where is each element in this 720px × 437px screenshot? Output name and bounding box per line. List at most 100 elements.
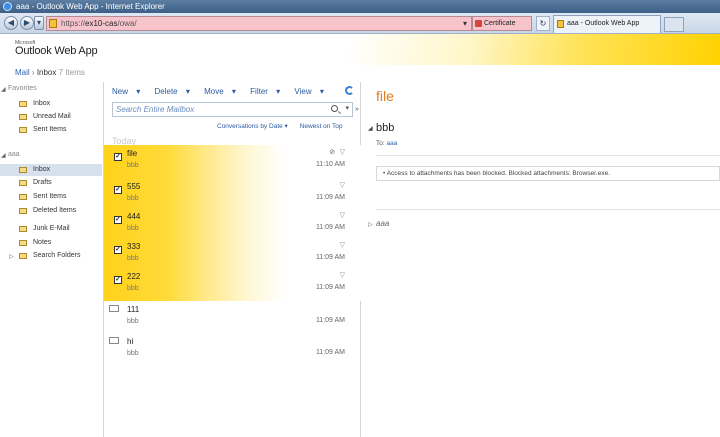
page-icon [49,19,57,28]
reading-pane: file ◢ bbb To: aaa • Access to attachmen… [362,82,720,437]
address-field[interactable]: https://ex10-cas/owa/ ▾ [46,16,472,31]
collapse-mailbox-icon[interactable]: ◢ [1,152,6,159]
message-row[interactable]: ✓ 222 bbb ▽ 11:09 AM [104,268,361,301]
move-button[interactable]: Move ▾ [204,87,242,96]
message-checkbox[interactable]: ✓ [114,216,122,224]
envelope-icon [109,305,119,312]
folder-item-sent-items[interactable]: Sent Items [8,191,102,203]
message-row[interactable]: ✓ 555 bbb ▽ 11:09 AM [104,178,361,211]
message-row[interactable]: ✓ file bbb ⊘ ▽ 11:10 AM [104,145,361,178]
filter-button[interactable]: Filter ▾ [250,87,286,96]
folder-item-deleted-items[interactable]: Deleted Items [8,205,102,217]
mailbox-header[interactable]: aaa [8,151,20,158]
new-tab-button[interactable] [664,17,684,32]
certificate-error-button[interactable]: Certificate error [472,16,532,40]
thread-item[interactable]: aaa [376,219,389,228]
flag-icon[interactable]: ▽ [340,211,345,219]
folder-item-search-folders[interactable]: Search Folders [8,250,102,262]
message-subject: 333 [127,242,141,251]
sent-items-icon [19,127,27,133]
breadcrumb: Mail › Inbox 7 Items [15,68,85,77]
message-subject: 444 [127,212,141,221]
delete-button[interactable]: Delete ▾ [155,87,196,96]
message-time: 11:09 AM [315,317,345,324]
message-checkbox[interactable]: ✓ [114,276,122,284]
internet-explorer-icon [3,2,12,11]
history-dropdown[interactable]: ▾ [34,16,44,30]
view-button[interactable]: View ▾ [294,87,329,96]
folder-navigation: ◢ Favorites Inbox Unread Mail Sent Items… [0,82,102,437]
message-checkbox[interactable]: ✓ [114,186,122,194]
folder-item-drafts[interactable]: Drafts [8,177,102,189]
drafts-icon [19,180,27,186]
reading-sender[interactable]: bbb [376,122,394,134]
folder-item-junk-email[interactable]: Junk E-Mail [8,223,102,235]
fav-item-sent-items[interactable]: Sent Items [8,124,102,136]
breadcrumb-separator: › [31,68,35,77]
message-subject: 111 [127,305,140,314]
forward-button[interactable]: ▶ [20,16,34,30]
search-dropdown-icon[interactable]: ▾ [463,19,467,28]
search-box: ▾ [112,102,353,117]
sort-conversations-by-date[interactable]: Conversations by Date ▾ [217,123,288,130]
refresh-icon[interactable] [345,86,354,95]
refresh-page-button[interactable]: ↻ [536,16,550,31]
sort-bar: Conversations by Date ▾ Newest on Top [217,122,353,130]
back-button[interactable]: ◀ [4,16,18,30]
notes-icon [19,240,27,246]
message-row[interactable]: ✓ 444 bbb ▽ 11:09 AM [104,208,361,241]
reading-recipients: To: aaa [376,140,397,147]
search-scope-dropdown-icon[interactable]: ▾ [345,104,349,112]
expand-thread-icon[interactable]: ▷ [368,221,373,228]
collapse-favorites-icon[interactable]: ◢ [1,86,6,93]
collapse-message-icon[interactable]: ◢ [368,125,373,132]
app-logo: Outlook Web App [15,45,98,57]
message-row[interactable]: ✓ 333 bbb ▽ 11:09 AM [104,238,361,271]
message-time: 11:09 AM [315,284,345,291]
sort-order-newest-on-top[interactable]: Newest on Top [300,123,343,130]
message-sender: bbb [127,162,139,169]
fav-item-inbox[interactable]: Inbox [8,98,102,110]
message-sender: bbb [127,255,139,262]
folder-item-inbox[interactable]: Inbox [0,164,102,176]
new-button[interactable]: New ▾ [112,87,146,96]
browser-tab[interactable]: aaa - Outlook Web App [553,15,661,33]
message-sender: bbb [127,195,139,202]
blocked-attachment-infobar: • Access to attachments has been blocked… [376,166,720,181]
favorites-header[interactable]: Favorites [8,85,37,92]
breadcrumb-mail-link[interactable]: Mail [15,68,30,77]
flag-icon[interactable]: ▽ [340,181,345,189]
flag-icon[interactable]: ▽ [340,148,345,156]
inbox-icon [19,101,27,107]
sent-items-icon [19,194,27,200]
message-time: 11:09 AM [315,254,345,261]
message-subject: 222 [127,272,141,281]
folder-item-notes[interactable]: Notes [8,237,102,249]
message-sender: bbb [127,285,139,292]
search-icon[interactable] [331,105,338,112]
expand-search-icon[interactable]: » [355,106,359,113]
divider [376,155,720,156]
owa-header: Microsoft Outlook Web App [0,34,720,65]
url-text: https://ex10-cas/owa/ [61,19,137,28]
message-sender: bbb [127,318,139,325]
to-label: To: [376,140,385,147]
search-input[interactable] [113,103,313,116]
message-row[interactable]: hi bbb 11:09 AM [104,333,361,366]
flag-icon[interactable]: ▽ [340,241,345,249]
fav-item-unread-mail[interactable]: Unread Mail [8,111,102,123]
message-time: 11:09 AM [315,349,345,356]
message-checkbox[interactable]: ✓ [114,153,122,161]
unread-mail-icon [19,114,27,120]
window-title: aaa - Outlook Web App - Internet Explore… [16,2,165,11]
browser-title-bar: aaa - Outlook Web App - Internet Explore… [0,0,720,13]
message-time: 11:09 AM [315,194,345,201]
recipient-link[interactable]: aaa [386,140,397,147]
tab-page-icon [557,20,564,28]
inbox-icon [19,167,27,173]
message-time: 11:09 AM [315,224,345,231]
junk-mail-icon [19,226,27,232]
flag-icon[interactable]: ▽ [340,271,345,279]
message-checkbox[interactable]: ✓ [114,246,122,254]
message-row[interactable]: 111 bbb 11:09 AM [104,301,361,334]
